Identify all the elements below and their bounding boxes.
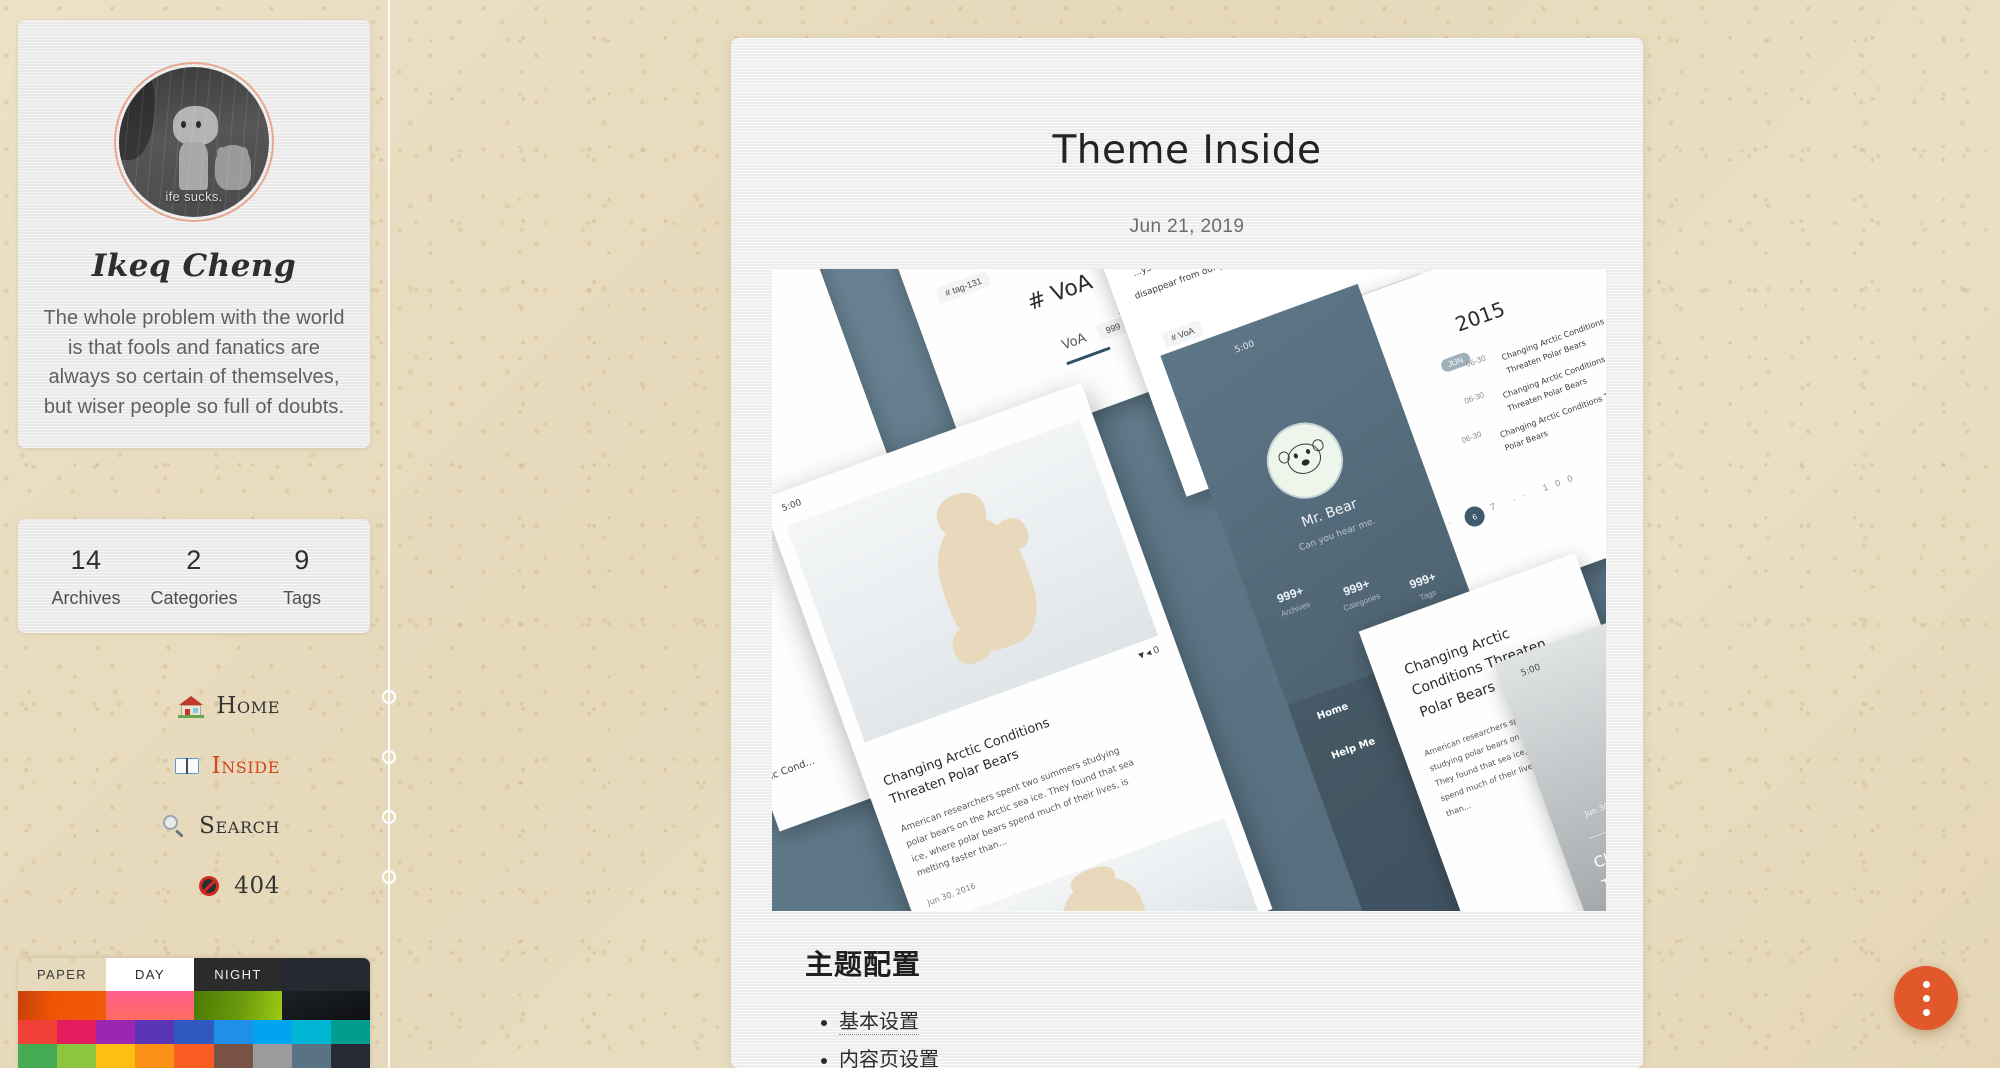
sidebar-item-home-label: Home — [216, 693, 280, 719]
theme-tabs: PAPER DAY NIGHT — [18, 958, 370, 991]
profile-card: ife sucks. Ikeq Cheng The whole problem … — [18, 20, 370, 449]
color-swatch-18[interactable] — [330, 1044, 370, 1068]
color-swatch-5[interactable] — [174, 1020, 214, 1044]
showcase-post-date: Jun 30, 2016 — [926, 881, 977, 908]
sidebar-item-home[interactable]: Home — [0, 676, 388, 736]
sidebar-nav: Home Inside Search 404 — [0, 676, 388, 916]
showcase-hero-date-value: Jun 30, 2015 — [1583, 793, 1606, 819]
search-icon — [161, 813, 187, 839]
stat-categories-value: 2 — [186, 545, 202, 575]
stat-archives-value: 14 — [70, 545, 102, 575]
theme-preview-night[interactable] — [194, 991, 282, 1020]
theme-tab-day[interactable]: DAY — [106, 958, 194, 991]
color-swatch-16[interactable] — [252, 1044, 292, 1068]
color-swatch-9[interactable] — [330, 1020, 370, 1044]
showcase-image: ories 999 tic Conditions ars ditions s i… — [772, 269, 1606, 911]
color-swatch-11[interactable] — [57, 1044, 97, 1068]
house-icon — [178, 693, 205, 719]
stat-tags-value: 9 — [294, 545, 310, 575]
post-date: Jun 21, 2019 — [1129, 216, 1245, 237]
showcase-hero-date: Jun 30, 2015 — [1584, 793, 1606, 819]
sidebar: ife sucks. Ikeq Cheng The whole problem … — [0, 0, 388, 1068]
sidebar-item-404[interactable]: 404 — [0, 856, 388, 916]
color-swatch-grid — [18, 1020, 370, 1068]
showcase-pager-rest: 7 ·· 100 — [1488, 470, 1582, 513]
sidebar-item-404-label: 404 — [234, 873, 280, 899]
color-swatch-17[interactable] — [291, 1044, 331, 1068]
sidebar-item-search-label: Search — [199, 813, 280, 839]
theme-tab-paper[interactable]: PAPER — [18, 958, 106, 991]
stat-archives[interactable]: 14 Archives — [32, 545, 140, 609]
stats-card: 14 Archives 2 Categories 9 Tags — [18, 519, 370, 633]
more-options-fab[interactable] — [1894, 966, 1958, 1030]
color-swatch-1[interactable] — [18, 1020, 58, 1044]
theme-preview-paper[interactable] — [18, 991, 106, 1020]
post-link-basic[interactable]: 基本设置 — [839, 1011, 919, 1035]
showcase-bear-avatar — [1256, 411, 1354, 510]
showcase-voa-label: VoA — [1060, 330, 1089, 354]
color-swatch-7[interactable] — [252, 1020, 292, 1044]
color-swatch-3[interactable] — [96, 1020, 136, 1044]
theme-preview-extra[interactable] — [282, 991, 370, 1020]
stat-archives-label: Archives — [51, 588, 121, 608]
more-options-icon — [1922, 980, 1930, 988]
showcase-hash-voa: # VoA — [1023, 269, 1096, 317]
color-swatch-15[interactable] — [213, 1044, 253, 1068]
showcase-tag-131: # tag-131 — [935, 270, 992, 304]
color-swatch-2[interactable] — [57, 1020, 97, 1044]
no-entry-icon — [196, 873, 222, 899]
post-card: Theme Inside Jun 21, 2019 ories 999 tic … — [731, 38, 1643, 1068]
timeline-spine — [388, 0, 390, 1068]
showcase-hero-title: Changing Arctic Co Threaten Polar — [1591, 806, 1606, 895]
author-name: Ikeq Cheng — [91, 248, 297, 284]
stat-categories[interactable]: 2 Categories — [140, 545, 248, 609]
post-link-content[interactable]: 内容页设置 — [839, 1049, 939, 1068]
theme-preview-day[interactable] — [106, 991, 194, 1020]
stat-tags-label: Tags — [282, 588, 322, 608]
avatar-image: ife sucks. — [119, 67, 269, 217]
post-body-list: 基本设置 内容页设置 — [805, 1003, 1583, 1068]
showcase-entry-date-2: 06-30 — [1463, 390, 1486, 406]
page-title: Theme Inside — [1052, 128, 1322, 173]
showcase-pager-current: 6 — [1461, 503, 1488, 530]
color-swatch-6[interactable] — [213, 1020, 253, 1044]
sidebar-item-inside-label: Inside — [211, 753, 280, 779]
showcase-time-1: 5:00 — [780, 497, 804, 515]
theme-tab-spacer — [282, 958, 370, 991]
showcase-entry-date-3: 06-30 — [1460, 429, 1483, 446]
color-swatch-12[interactable] — [96, 1044, 136, 1068]
post-body: 主题配置 基本设置 内容页设置 — [805, 943, 1583, 1068]
color-swatch-8[interactable] — [291, 1020, 331, 1044]
color-swatch-14[interactable] — [174, 1044, 214, 1068]
color-swatch-10[interactable] — [18, 1044, 58, 1068]
theme-previews — [18, 991, 370, 1020]
sidebar-item-inside[interactable]: Inside — [0, 736, 388, 796]
theme-switcher: PAPER DAY NIGHT — [18, 958, 370, 1068]
list-item[interactable]: 内容页设置 — [839, 1041, 1583, 1068]
list-item[interactable]: 基本设置 — [839, 1003, 1583, 1041]
color-swatch-4[interactable] — [135, 1020, 175, 1044]
showcase-time-3: 5:00 — [1519, 662, 1542, 679]
stat-categories-label: Categories — [150, 588, 238, 608]
stat-tags[interactable]: 9 Tags — [248, 545, 356, 609]
avatar-caption: ife sucks. — [165, 188, 223, 204]
avatar[interactable]: ife sucks. — [114, 62, 274, 222]
post-body-heading: 主题配置 — [805, 948, 922, 981]
book-icon — [174, 753, 200, 779]
author-bio: The whole problem with the world is that… — [43, 307, 345, 418]
showcase-time-2: 5:00 — [1233, 339, 1256, 356]
theme-tab-night[interactable]: NIGHT — [194, 958, 282, 991]
color-swatch-13[interactable] — [135, 1044, 175, 1068]
showcase-year: 2015 — [1451, 296, 1509, 337]
sidebar-item-search[interactable]: Search — [0, 796, 388, 856]
